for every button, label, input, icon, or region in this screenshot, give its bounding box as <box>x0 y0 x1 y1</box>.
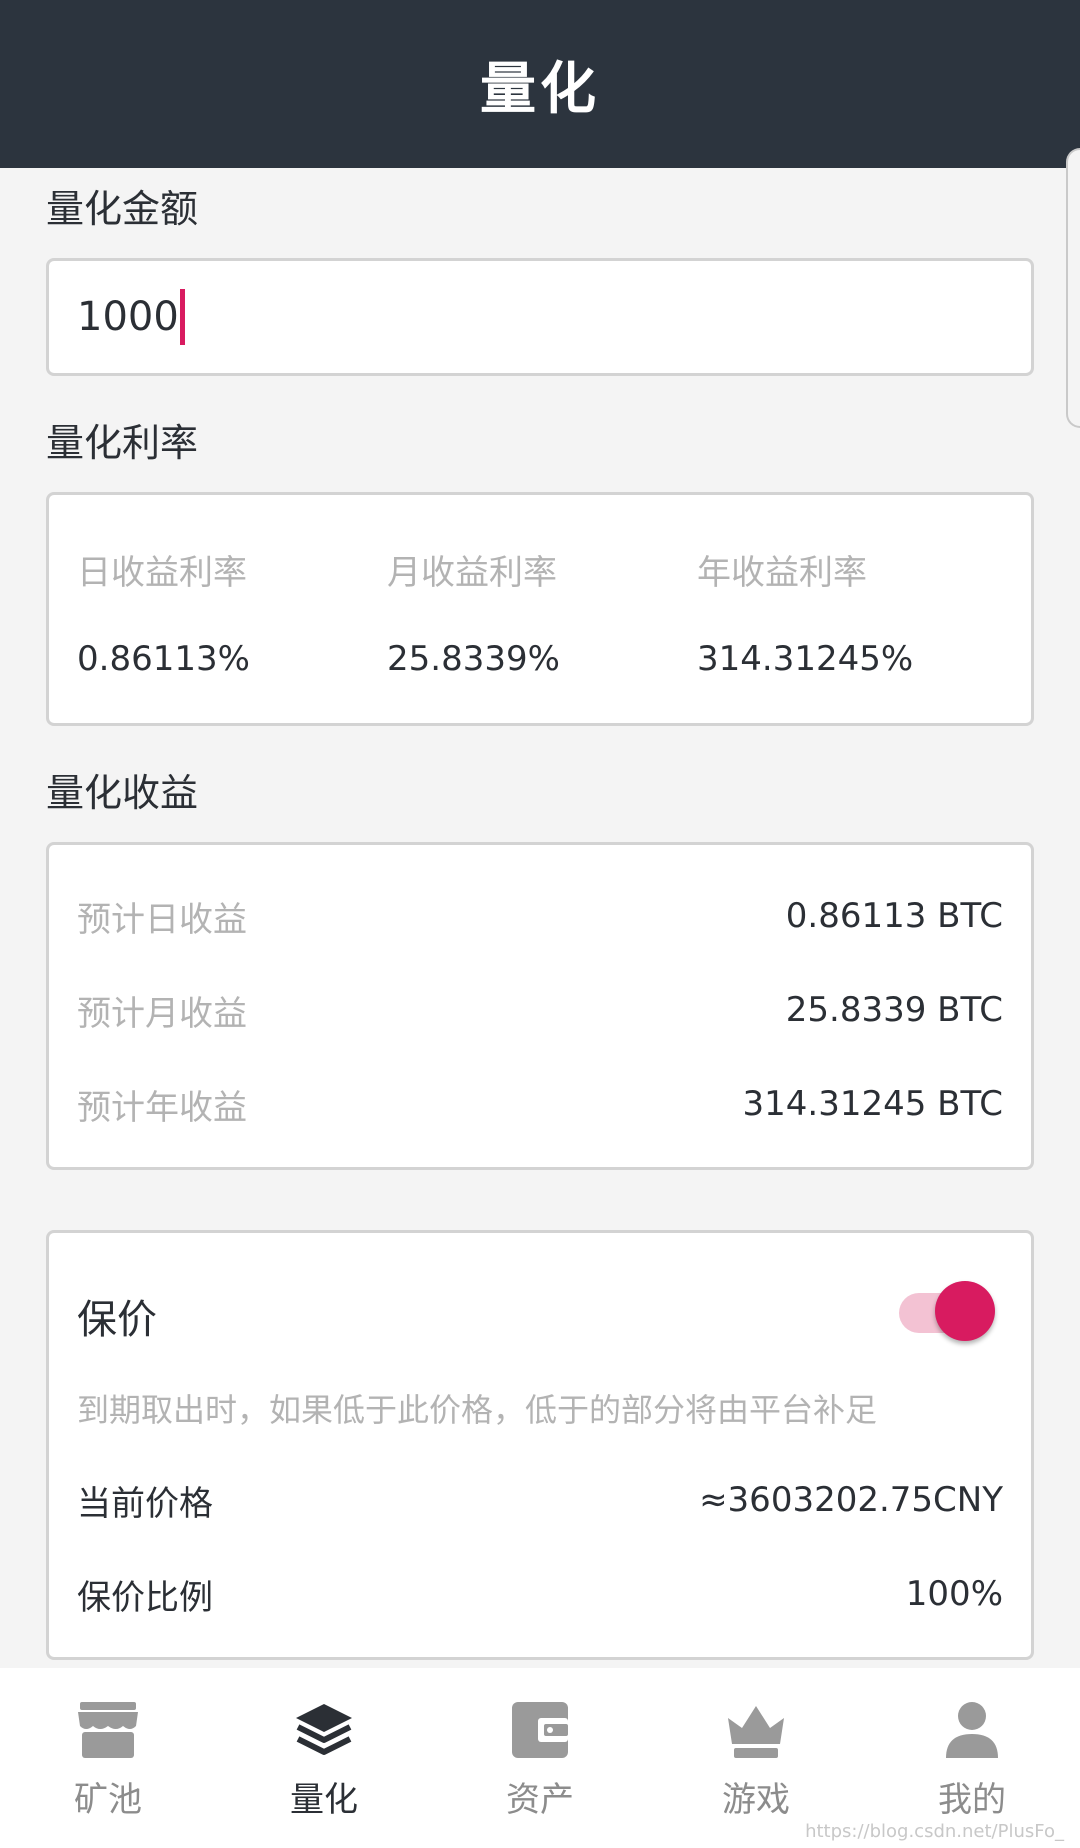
tab-quant[interactable]: 量化 <box>216 1668 432 1848</box>
tab-label: 资产 <box>506 1780 574 1820</box>
bottom-tab-bar: 矿池 量化 资产 游戏 我的 https://blog.csdn.net/Plu… <box>0 1668 1080 1848</box>
rate-value: 25.8339% <box>387 639 560 679</box>
rate-value: 314.31245% <box>697 639 914 679</box>
income-row-monthly: 预计月收益 25.8339 BTC <box>77 985 1003 1035</box>
tab-label: 矿池 <box>74 1780 142 1820</box>
tab-label: 量化 <box>290 1780 358 1820</box>
current-price-row: 当前价格 ≈3603202.75CNY <box>77 1475 1003 1525</box>
protection-ratio-label: 保价比例 <box>77 1577 213 1618</box>
rate-label: 日收益利率 <box>77 553 247 593</box>
crown-icon <box>720 1698 792 1762</box>
income-label: 预计年收益 <box>77 1087 247 1128</box>
price-protection-card: 保价 到期取出时，如果低于此价格，低于的部分将由平台补足 当前价格 ≈36032… <box>46 1230 1034 1660</box>
current-price-label: 当前价格 <box>77 1483 213 1524</box>
income-row-yearly: 预计年收益 314.31245 BTC <box>77 1079 1003 1129</box>
tab-label: 游戏 <box>722 1780 790 1820</box>
rates-section-label: 量化利率 <box>46 421 199 465</box>
store-icon <box>72 1698 144 1762</box>
amount-input[interactable]: 1000 <box>46 258 1034 376</box>
layers-icon <box>288 1698 360 1762</box>
current-price-value: ≈3603202.75CNY <box>699 1480 1003 1520</box>
rate-label: 月收益利率 <box>387 553 557 593</box>
tab-label: 我的 <box>938 1780 1006 1820</box>
text-caret <box>179 289 185 345</box>
income-card: 预计日收益 0.86113 BTC 预计月收益 25.8339 BTC 预计年收… <box>46 842 1034 1170</box>
app-header: 量化 <box>0 0 1080 168</box>
protection-ratio-value: 100% <box>905 1574 1003 1614</box>
amount-input-value[interactable]: 1000 <box>77 294 179 340</box>
watermark-text: https://blog.csdn.net/PlusFo_ <box>805 1821 1064 1842</box>
protection-ratio-row: 保价比例 100% <box>77 1569 1003 1619</box>
wallet-icon <box>504 1698 576 1762</box>
rate-value: 0.86113% <box>77 639 250 679</box>
income-value: 0.86113 BTC <box>785 896 1003 936</box>
rates-card: 日收益利率 0.86113% 月收益利率 25.8339% 年收益利率 314.… <box>46 492 1034 726</box>
price-protection-toggle[interactable] <box>899 1273 995 1341</box>
price-protection-title: 保价 <box>77 1297 157 1343</box>
price-protection-description: 到期取出时，如果低于此价格，低于的部分将由平台补足 <box>77 1391 878 1429</box>
income-value: 314.31245 BTC <box>742 1084 1003 1124</box>
income-value: 25.8339 BTC <box>785 990 1003 1030</box>
income-label: 预计日收益 <box>77 899 247 940</box>
income-section-label: 量化收益 <box>46 771 199 815</box>
income-row-daily: 预计日收益 0.86113 BTC <box>77 891 1003 941</box>
amount-section-label: 量化金额 <box>46 187 199 231</box>
page-title: 量化 <box>480 56 600 122</box>
tab-assets[interactable]: 资产 <box>432 1668 648 1848</box>
rate-label: 年收益利率 <box>697 553 867 593</box>
toggle-knob <box>935 1281 995 1341</box>
user-icon <box>936 1698 1008 1762</box>
income-label: 预计月收益 <box>77 993 247 1034</box>
scroll-edge-handle <box>1066 148 1080 428</box>
tab-pool[interactable]: 矿池 <box>0 1668 216 1848</box>
